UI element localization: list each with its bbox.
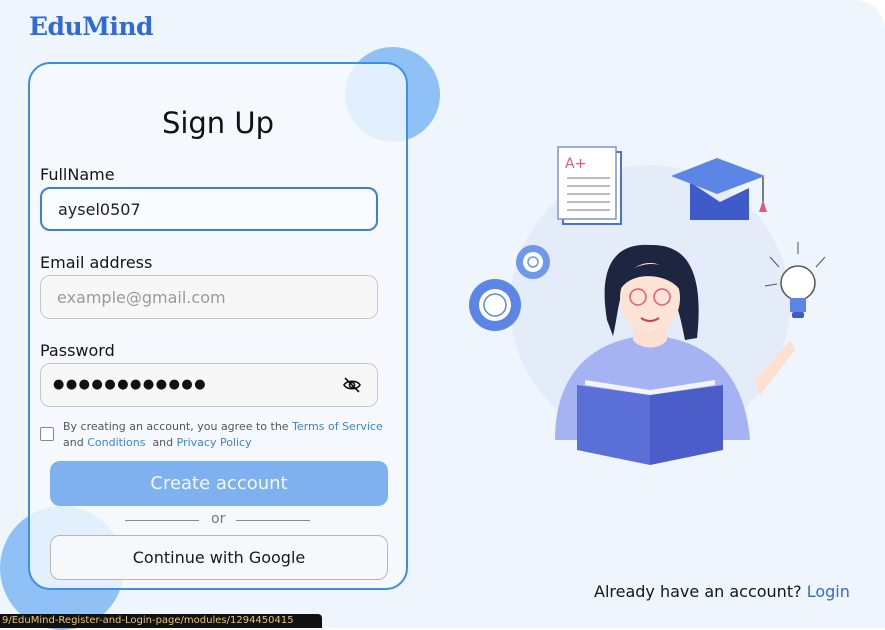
terms-and-2: and	[152, 436, 174, 449]
terms-of-service-link[interactable]: Terms of Service	[292, 420, 383, 433]
or-divider-right	[236, 520, 310, 521]
status-bar-url: 9/EduMind-Register-and-Login-page/module…	[0, 614, 322, 628]
login-prompt: Already have an account? Login	[594, 582, 850, 601]
fullname-label: FullName	[40, 165, 115, 184]
terms-and-1: and	[63, 436, 84, 449]
conditions-link[interactable]: Conditions	[87, 436, 145, 449]
continue-with-google-button[interactable]: Continue with Google	[50, 535, 388, 580]
or-divider-left	[125, 520, 199, 521]
terms-text: By creating an account, you agree to the…	[63, 419, 383, 451]
terms-checkbox[interactable]	[40, 427, 54, 441]
login-link[interactable]: Login	[807, 582, 850, 601]
password-value: ●●●●●●●●●●●●	[53, 377, 208, 392]
privacy-policy-link[interactable]: Privacy Policy	[177, 436, 252, 449]
email-label: Email address	[40, 253, 153, 272]
terms-prefix: By creating an account, you agree to the	[63, 420, 289, 433]
already-account-text: Already have an account?	[594, 582, 802, 601]
eye-slash-icon[interactable]	[342, 376, 362, 394]
create-account-button[interactable]: Create account	[50, 461, 388, 506]
document-icon: A+	[557, 146, 622, 225]
fullname-input[interactable]	[40, 187, 378, 231]
or-divider-text: or	[211, 511, 226, 527]
email-input[interactable]	[40, 275, 378, 319]
page-title: Sign Up	[161, 106, 275, 140]
password-label: Password	[40, 341, 115, 360]
svg-text:A+: A+	[565, 156, 586, 172]
brand-logo[interactable]: EduMind	[29, 12, 154, 41]
student-reading-illustration: A+	[469, 146, 826, 465]
